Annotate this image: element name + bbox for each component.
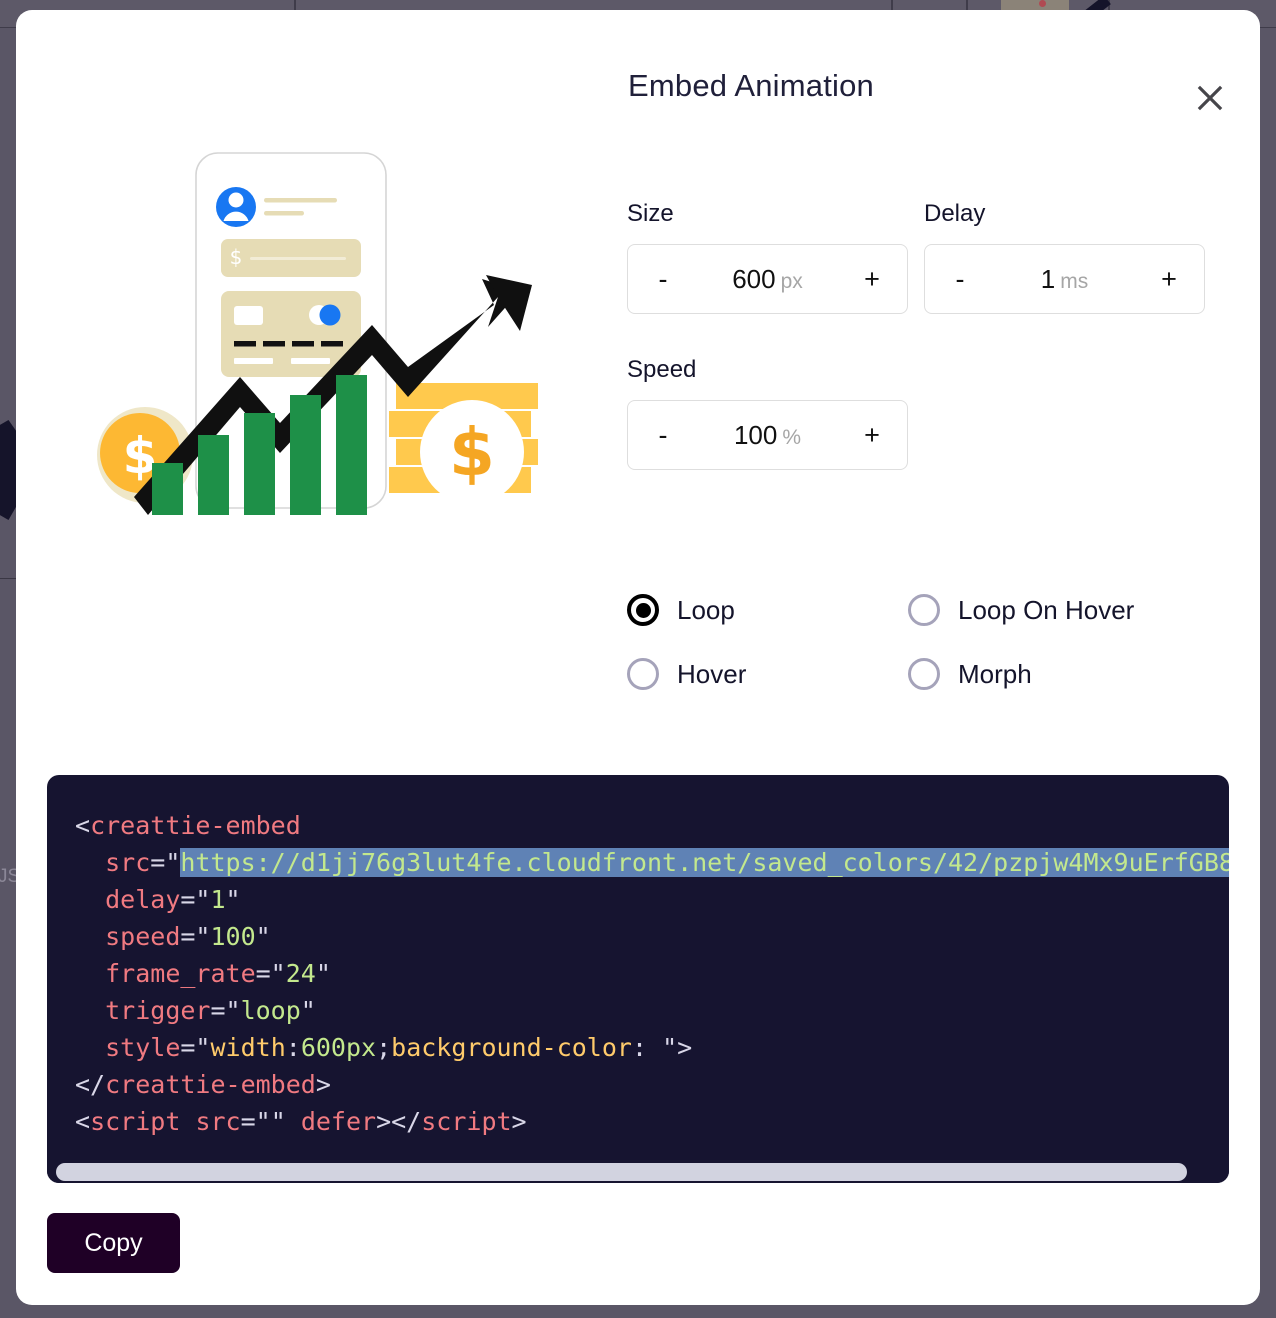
background-dot	[1039, 0, 1046, 7]
code-trigger-value: loop	[240, 996, 301, 1025]
code-attr-trigger: trigger	[105, 996, 211, 1025]
speed-unit: %	[782, 425, 802, 449]
radio-option-loop-on-hover[interactable]: Loop On Hover	[908, 578, 1189, 642]
finance-growth-illustration: $ $ $	[90, 145, 570, 535]
code-delay-value: 1	[210, 885, 226, 914]
code-scrollbar-thumb[interactable]	[56, 1163, 1187, 1181]
speed-stepper[interactable]: - 100 % +	[627, 400, 908, 470]
radio-label: Loop On Hover	[958, 594, 1135, 625]
code-closing-tag: creattie-embed	[105, 1070, 316, 1099]
code-attr-src: src	[105, 848, 151, 877]
speed-row: Speed - 100 % +	[627, 350, 1227, 500]
dialog-header: Embed Animation	[16, 10, 1260, 160]
size-label: Size	[627, 200, 674, 227]
code-script-src-attr: src	[195, 1107, 241, 1136]
code-style-prop-background: background-color	[391, 1033, 632, 1062]
size-stepper[interactable]: - 600 px +	[627, 244, 908, 314]
code-style-prop-width: width	[210, 1033, 286, 1062]
delay-value-display: 1 ms	[995, 264, 1134, 295]
code-src-value: https://d1jj76g3lut4fe.cloudfront.net/sa…	[180, 848, 1229, 877]
code-speed-value: 100	[210, 922, 256, 951]
code-attr-delay: delay	[105, 885, 181, 914]
delay-field: Delay - 1 ms +	[924, 200, 1205, 314]
radio-option-hover[interactable]: Hover	[627, 642, 908, 706]
code-style-value-width: 600px	[300, 1033, 377, 1062]
speed-value: 100	[733, 419, 778, 450]
delay-label: Delay	[924, 200, 986, 227]
code-scrollbar-track[interactable]	[47, 1161, 1229, 1183]
embed-code-block[interactable]: <creattie-embed src="https://d1jj76g3lut…	[47, 775, 1229, 1183]
close-icon[interactable]	[1184, 72, 1236, 124]
svg-text:$: $	[230, 245, 243, 269]
svg-text:$: $	[449, 414, 495, 491]
delay-unit: ms	[1060, 269, 1089, 293]
radio-indicator-selected[interactable]	[627, 594, 659, 626]
size-delay-row: Size - 600 px + Delay - 1 ms +	[627, 200, 1227, 350]
code-frame-rate-value: 24	[285, 959, 316, 988]
speed-value-display: 100 %	[698, 420, 837, 451]
radio-indicator[interactable]	[908, 658, 940, 690]
settings-panel: Size - 600 px + Delay - 1 ms + Speed - 1…	[627, 200, 1227, 500]
speed-decrement-button[interactable]: -	[628, 401, 698, 469]
embed-code-text: <creattie-embed src="https://d1jj76g3lut…	[75, 807, 1229, 1140]
radio-label: Loop	[677, 594, 735, 625]
code-script-closing-tag: script	[421, 1107, 512, 1136]
speed-label: Speed	[627, 356, 697, 383]
size-decrement-button[interactable]: -	[628, 245, 698, 313]
delay-increment-button[interactable]: +	[1134, 245, 1204, 313]
radio-label: Morph	[958, 658, 1032, 689]
code-attr-frame-rate: frame_rate	[105, 959, 256, 988]
code-tag-name: creattie-embed	[90, 811, 301, 840]
size-value-display: 600 px	[698, 264, 837, 295]
delay-stepper[interactable]: - 1 ms +	[924, 244, 1205, 314]
size-unit: px	[780, 269, 803, 293]
radio-indicator[interactable]	[627, 658, 659, 690]
trigger-radio-group: Loop Loop On Hover Hover Morph	[627, 578, 1207, 706]
size-field: Size - 600 px +	[627, 200, 908, 314]
radio-option-loop[interactable]: Loop	[627, 578, 908, 642]
delay-value: 1	[1040, 263, 1056, 294]
code-script-defer-attr: defer	[300, 1107, 377, 1136]
code-attr-speed: speed	[105, 922, 181, 951]
code-attr-style: style	[105, 1033, 181, 1062]
embed-animation-dialog: Embed Animation $ $ $ Size - 600 px + De…	[16, 10, 1260, 1305]
speed-increment-button[interactable]: +	[837, 401, 907, 469]
radio-option-morph[interactable]: Morph	[908, 642, 1189, 706]
radio-label: Hover	[677, 658, 747, 689]
copy-button[interactable]: Copy	[47, 1213, 180, 1273]
speed-field: Speed - 100 % +	[627, 356, 908, 470]
radio-indicator[interactable]	[908, 594, 940, 626]
delay-decrement-button[interactable]: -	[925, 245, 995, 313]
size-increment-button[interactable]: +	[837, 245, 907, 313]
code-script-tag: script	[90, 1107, 181, 1136]
size-value: 600	[732, 263, 776, 294]
page-title: Embed Animation	[628, 68, 874, 103]
